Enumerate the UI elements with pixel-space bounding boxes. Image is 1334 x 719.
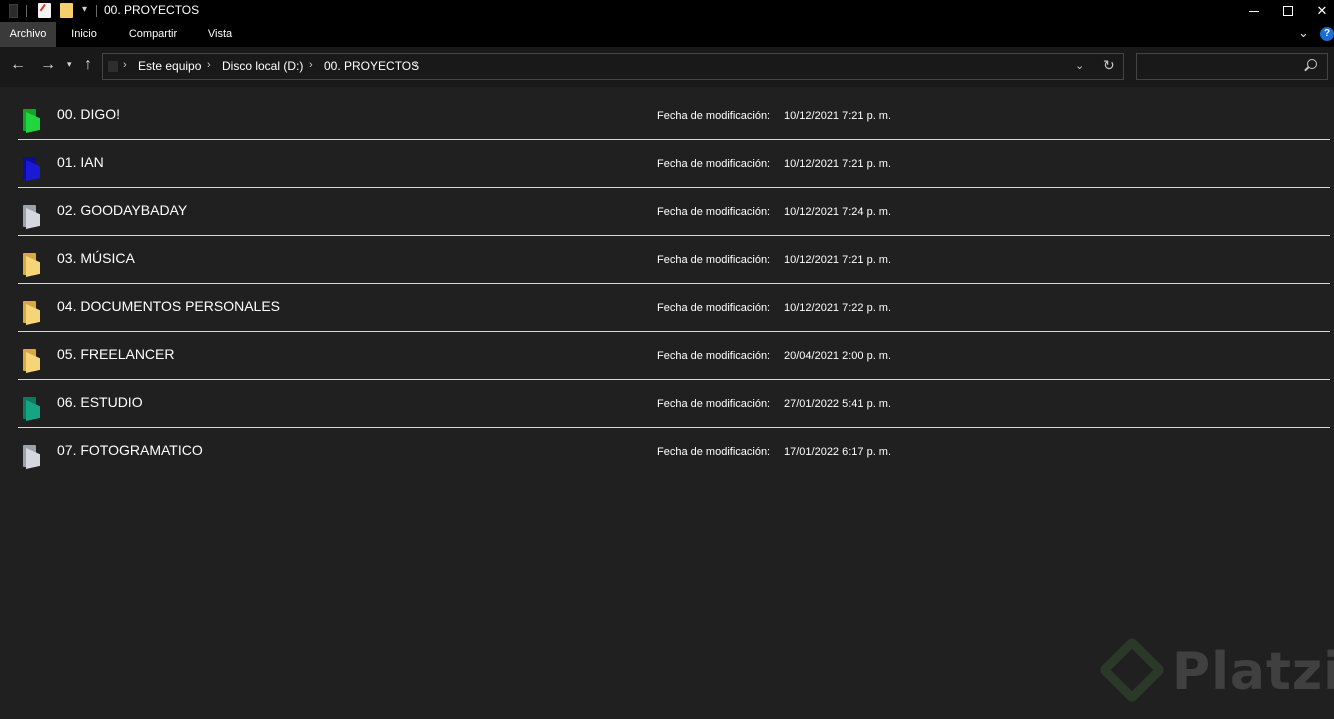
breadcrumb-separator-icon[interactable]: › bbox=[414, 59, 418, 71]
quick-access-separator bbox=[96, 5, 97, 17]
list-item[interactable]: 02. GOODAYBADAY Fecha de modificación: 10/… bbox=[18, 188, 1330, 236]
forward-arrow-icon[interactable]: → bbox=[40, 56, 56, 74]
platzi-watermark: Platzi bbox=[1098, 636, 1334, 719]
modified-date-value: 10/12/2021 7:21 p. m. bbox=[784, 158, 892, 170]
folder-icon-front bbox=[26, 112, 40, 133]
modified-date-value: 10/12/2021 7:21 p. m. bbox=[784, 110, 892, 122]
recent-locations-chevron-down-icon[interactable]: ▾ bbox=[67, 59, 72, 70]
platzi-logo-icon bbox=[1098, 636, 1166, 704]
modified-date-label: Fecha de modificación: bbox=[657, 398, 771, 410]
folder-icon bbox=[23, 109, 40, 133]
folder-icon bbox=[23, 445, 40, 469]
folder-icon bbox=[23, 253, 40, 277]
list-item[interactable]: 03. MÚSICA Fecha de modificación: 10/12/20… bbox=[18, 236, 1330, 284]
quick-access-dropdown-icon[interactable]: ▾ bbox=[82, 4, 87, 15]
close-button[interactable]: ✕ bbox=[1302, 0, 1334, 22]
folder-name[interactable]: 04. DOCUMENTOS PERSONALES bbox=[57, 298, 280, 314]
folder-name[interactable]: 05. FREELANCER bbox=[57, 346, 174, 362]
folder-name[interactable]: 03. MÚSICA bbox=[57, 250, 135, 266]
breadcrumb-separator-icon[interactable]: › bbox=[309, 59, 313, 71]
modified-date-label: Fecha de modificación: bbox=[657, 158, 771, 170]
modified-date-label: Fecha de modificación: bbox=[657, 446, 771, 458]
modified-date-label: Fecha de modificación: bbox=[657, 206, 771, 218]
window-title: 00. PROYECTOS bbox=[104, 3, 200, 17]
ribbon-tabs: Archivo Inicio Compartir Vista ⌄ ? bbox=[0, 22, 1334, 47]
breadcrumb-proyectos[interactable]: 00. PROYECTOS bbox=[324, 59, 419, 73]
folder-name[interactable]: 07. FOTOGRAMATICO bbox=[57, 442, 203, 458]
folder-name[interactable]: 00. DIGO! bbox=[57, 106, 120, 122]
tab-vista[interactable]: Vista bbox=[198, 22, 242, 47]
folder-icon bbox=[23, 301, 40, 325]
minimize-icon bbox=[1249, 11, 1259, 13]
list-item[interactable]: 06. ESTUDIO Fecha de modificación: 27/01/2… bbox=[18, 380, 1330, 428]
list-item[interactable]: 00. DIGO! Fecha de modificación: 10/12/202… bbox=[18, 92, 1330, 140]
breadcrumb-disco-local[interactable]: Disco local (D:) bbox=[222, 59, 303, 73]
tab-inicio[interactable]: Inicio bbox=[61, 22, 107, 47]
modified-date-value: 10/12/2021 7:22 p. m. bbox=[784, 302, 892, 314]
title-bar: ▾ 00. PROYECTOS ✕ bbox=[0, 0, 1334, 22]
modified-date-value: 27/01/2022 5:41 p. m. bbox=[784, 398, 892, 410]
folder-name[interactable]: 01. IAN bbox=[57, 154, 104, 170]
folder-icon bbox=[23, 205, 40, 229]
search-icon[interactable] bbox=[1307, 59, 1317, 69]
tab-archivo[interactable]: Archivo bbox=[0, 22, 56, 47]
list-item[interactable]: 01. IAN Fecha de modificación: 10/12/2021 … bbox=[18, 140, 1330, 188]
breadcrumb-separator-icon[interactable]: › bbox=[207, 59, 211, 71]
navigation-bar: ← → ▾ ↑ › Este equipo › Disco local (D:)… bbox=[0, 47, 1334, 87]
folder-name[interactable]: 02. GOODAYBADAY bbox=[57, 202, 187, 218]
properties-icon[interactable] bbox=[38, 3, 51, 18]
system-menu-icon[interactable] bbox=[9, 4, 18, 18]
modified-date-value: 10/12/2021 7:24 p. m. bbox=[784, 206, 892, 218]
up-arrow-icon[interactable]: ↑ bbox=[84, 56, 92, 74]
location-folder-icon bbox=[108, 61, 118, 72]
file-list: 00. DIGO! Fecha de modificación: 10/12/202… bbox=[0, 87, 1334, 719]
modified-date-label: Fecha de modificación: bbox=[657, 350, 771, 362]
modified-date-value: 10/12/2021 7:21 p. m. bbox=[784, 254, 892, 266]
help-icon[interactable]: ? bbox=[1320, 27, 1334, 41]
modified-date-value: 20/04/2021 2:00 p. m. bbox=[784, 350, 892, 362]
folder-icon bbox=[23, 157, 40, 181]
search-input[interactable] bbox=[1136, 53, 1328, 80]
folder-icon bbox=[23, 349, 40, 373]
expand-ribbon-chevron-down-icon[interactable]: ⌄ bbox=[1298, 25, 1309, 41]
quick-access-separator bbox=[26, 5, 27, 17]
breadcrumb-este-equipo[interactable]: Este equipo bbox=[138, 59, 201, 73]
watermark-text: Platzi bbox=[1172, 642, 1334, 702]
breadcrumb-separator-icon[interactable]: › bbox=[123, 59, 127, 71]
maximize-icon bbox=[1283, 5, 1293, 16]
back-arrow-icon[interactable]: ← bbox=[10, 56, 26, 74]
tab-compartir[interactable]: Compartir bbox=[118, 22, 188, 47]
new-folder-icon[interactable] bbox=[60, 3, 73, 18]
close-icon: ✕ bbox=[1316, 3, 1328, 18]
address-history-chevron-down-icon[interactable]: ⌄ bbox=[1075, 59, 1084, 72]
list-item[interactable]: 07. FOTOGRAMATICO Fecha de modificación: 1… bbox=[18, 428, 1330, 476]
list-item[interactable]: 04. DOCUMENTOS PERSONALES Fecha de modifi… bbox=[18, 284, 1330, 332]
modified-date-label: Fecha de modificación: bbox=[657, 254, 771, 266]
modified-date-value: 17/01/2022 6:17 p. m. bbox=[784, 446, 892, 458]
modified-date-label: Fecha de modificación: bbox=[657, 302, 771, 314]
folder-name[interactable]: 06. ESTUDIO bbox=[57, 394, 143, 410]
modified-date-label: Fecha de modificación: bbox=[657, 110, 771, 122]
address-bar[interactable]: › Este equipo › Disco local (D:) › 00. P… bbox=[102, 53, 1124, 80]
refresh-icon[interactable]: ↻ bbox=[1103, 57, 1115, 74]
folder-icon bbox=[23, 397, 40, 421]
list-item[interactable]: 05. FREELANCER Fecha de modificación: 20/0… bbox=[18, 332, 1330, 380]
